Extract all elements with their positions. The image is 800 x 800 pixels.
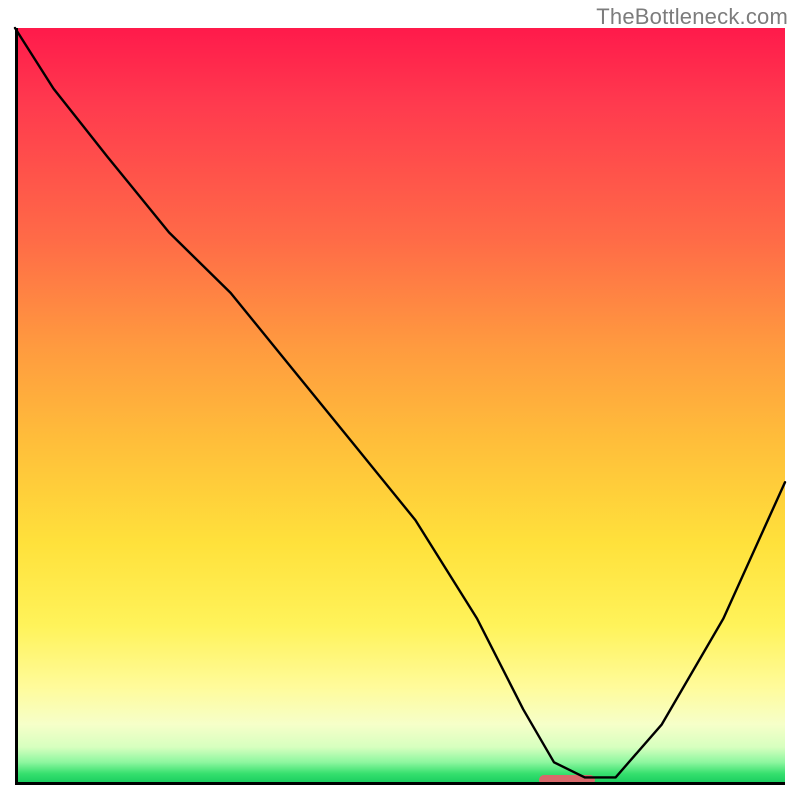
chart-container: TheBottleneck.com xyxy=(0,0,800,800)
curve-path xyxy=(15,28,785,777)
bottleneck-curve xyxy=(15,28,785,785)
plot-area xyxy=(15,28,785,785)
watermark-text: TheBottleneck.com xyxy=(596,4,788,30)
x-axis xyxy=(15,782,785,785)
y-axis xyxy=(15,28,18,785)
